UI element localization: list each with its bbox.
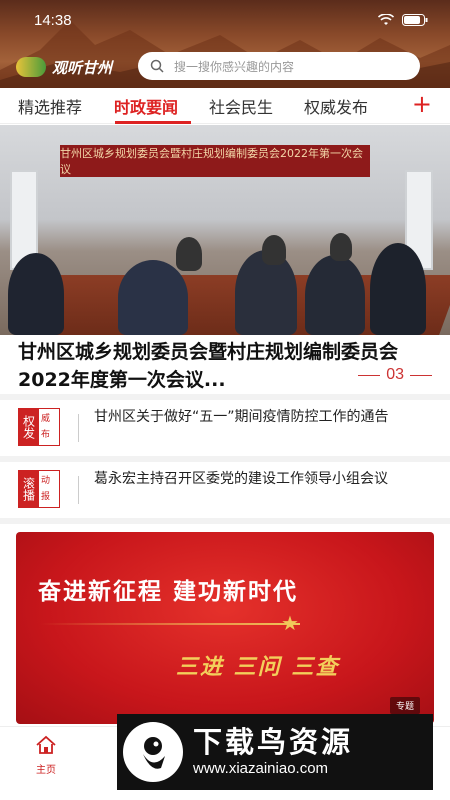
person bbox=[8, 253, 64, 335]
topic-tag: 专题 bbox=[389, 697, 420, 714]
active-tab-indicator bbox=[115, 121, 191, 124]
app-logo: 观听甘州 bbox=[16, 55, 112, 79]
rolling-badge: 滚播 动 报 bbox=[18, 470, 60, 508]
news-item[interactable]: 权发 威 布 甘州区关于做好“五一”期间疫情防控工作的通告 bbox=[0, 400, 450, 456]
status-bar: 14:38 bbox=[0, 0, 450, 40]
badge-bottom: 布 bbox=[41, 430, 51, 440]
promo-banner[interactable]: 奋进新征程 建功新时代 ★ 三进 三问 三查 专题 bbox=[16, 532, 434, 724]
person bbox=[176, 237, 202, 271]
person bbox=[118, 260, 188, 335]
app-name: 观听甘州 bbox=[52, 58, 113, 77]
tab-featured[interactable]: 精选推荐 bbox=[18, 94, 82, 118]
row-separator bbox=[78, 476, 79, 504]
watermark-url: www.xiazainiao.com bbox=[193, 760, 329, 777]
promo-subtitle: 三进 三问 三查 bbox=[176, 655, 340, 680]
authority-badge: 权发 威 布 bbox=[18, 408, 60, 446]
bird-logo-icon bbox=[123, 722, 183, 782]
watermark-overlay: 下载鸟资源 www.xiazainiao.com bbox=[117, 714, 433, 790]
category-tabs: 精选推荐 时政要闻 社会民生 权威发布 + bbox=[0, 88, 450, 124]
person bbox=[330, 233, 352, 261]
nav-home[interactable]: 主页 bbox=[30, 735, 62, 776]
badge-top: 威 bbox=[41, 414, 51, 424]
nav-home-label: 主页 bbox=[36, 765, 56, 776]
search-icon bbox=[150, 59, 164, 73]
home-icon bbox=[36, 735, 56, 754]
counter-number: 03 bbox=[386, 366, 404, 383]
badge-bottom: 报 bbox=[41, 492, 51, 502]
status-time: 14:38 bbox=[34, 12, 72, 29]
person bbox=[262, 235, 286, 265]
hero-image[interactable]: 甘州区城乡规划委员会暨村庄规划编制委员会2022年第一次会议 bbox=[0, 125, 450, 335]
tab-official[interactable]: 权威发布 bbox=[304, 94, 368, 118]
badge-top: 动 bbox=[41, 476, 51, 486]
battery-icon bbox=[402, 14, 428, 26]
promo-line bbox=[40, 623, 300, 625]
news-item[interactable]: 滚播 动 报 葛永宏主持召开区委党的建设工作领导小组会议 bbox=[0, 462, 450, 518]
wifi-icon bbox=[378, 14, 394, 25]
tab-livelihood[interactable]: 社会民生 bbox=[209, 94, 273, 118]
divider bbox=[0, 518, 450, 524]
row-separator bbox=[78, 414, 79, 442]
app-header: 14:38 观听甘州 搜一搜你感兴趣的内容 bbox=[0, 0, 450, 88]
meeting-banner: 甘州区城乡规划委员会暨村庄规划编制委员会2022年第一次会议 bbox=[60, 145, 370, 177]
promo-title: 奋进新征程 建功新时代 bbox=[38, 579, 299, 605]
badge-main: 滚播 bbox=[19, 471, 39, 507]
counter-line-right bbox=[410, 374, 432, 376]
add-tab-button[interactable]: + bbox=[412, 90, 432, 118]
carousel-counter: 03 bbox=[358, 366, 432, 384]
bird-icon bbox=[143, 737, 165, 769]
app-screen: 14:38 观听甘州 搜一搜你感兴趣的内容 精选推荐 时政要闻 社会民生 权威发… bbox=[0, 0, 450, 800]
logo-mark-icon bbox=[16, 57, 46, 77]
search-input[interactable]: 搜一搜你感兴趣的内容 bbox=[138, 52, 420, 80]
person bbox=[305, 255, 365, 335]
star-icon: ★ bbox=[281, 611, 299, 635]
tab-politics[interactable]: 时政要闻 bbox=[114, 94, 178, 118]
news-title: 葛永宏主持召开区委党的建设工作领导小组会议 bbox=[94, 471, 388, 487]
badge-main: 权发 bbox=[19, 409, 39, 445]
watermark-text: 下载鸟资源 www.xiazainiao.com bbox=[193, 725, 353, 779]
search-placeholder: 搜一搜你感兴趣的内容 bbox=[174, 59, 295, 74]
person bbox=[370, 243, 426, 335]
status-icons bbox=[378, 14, 428, 26]
news-title: 甘州区关于做好“五一”期间疫情防控工作的通告 bbox=[94, 409, 389, 425]
counter-line-left bbox=[358, 374, 381, 376]
watermark-title: 下载鸟资源 bbox=[193, 725, 354, 759]
